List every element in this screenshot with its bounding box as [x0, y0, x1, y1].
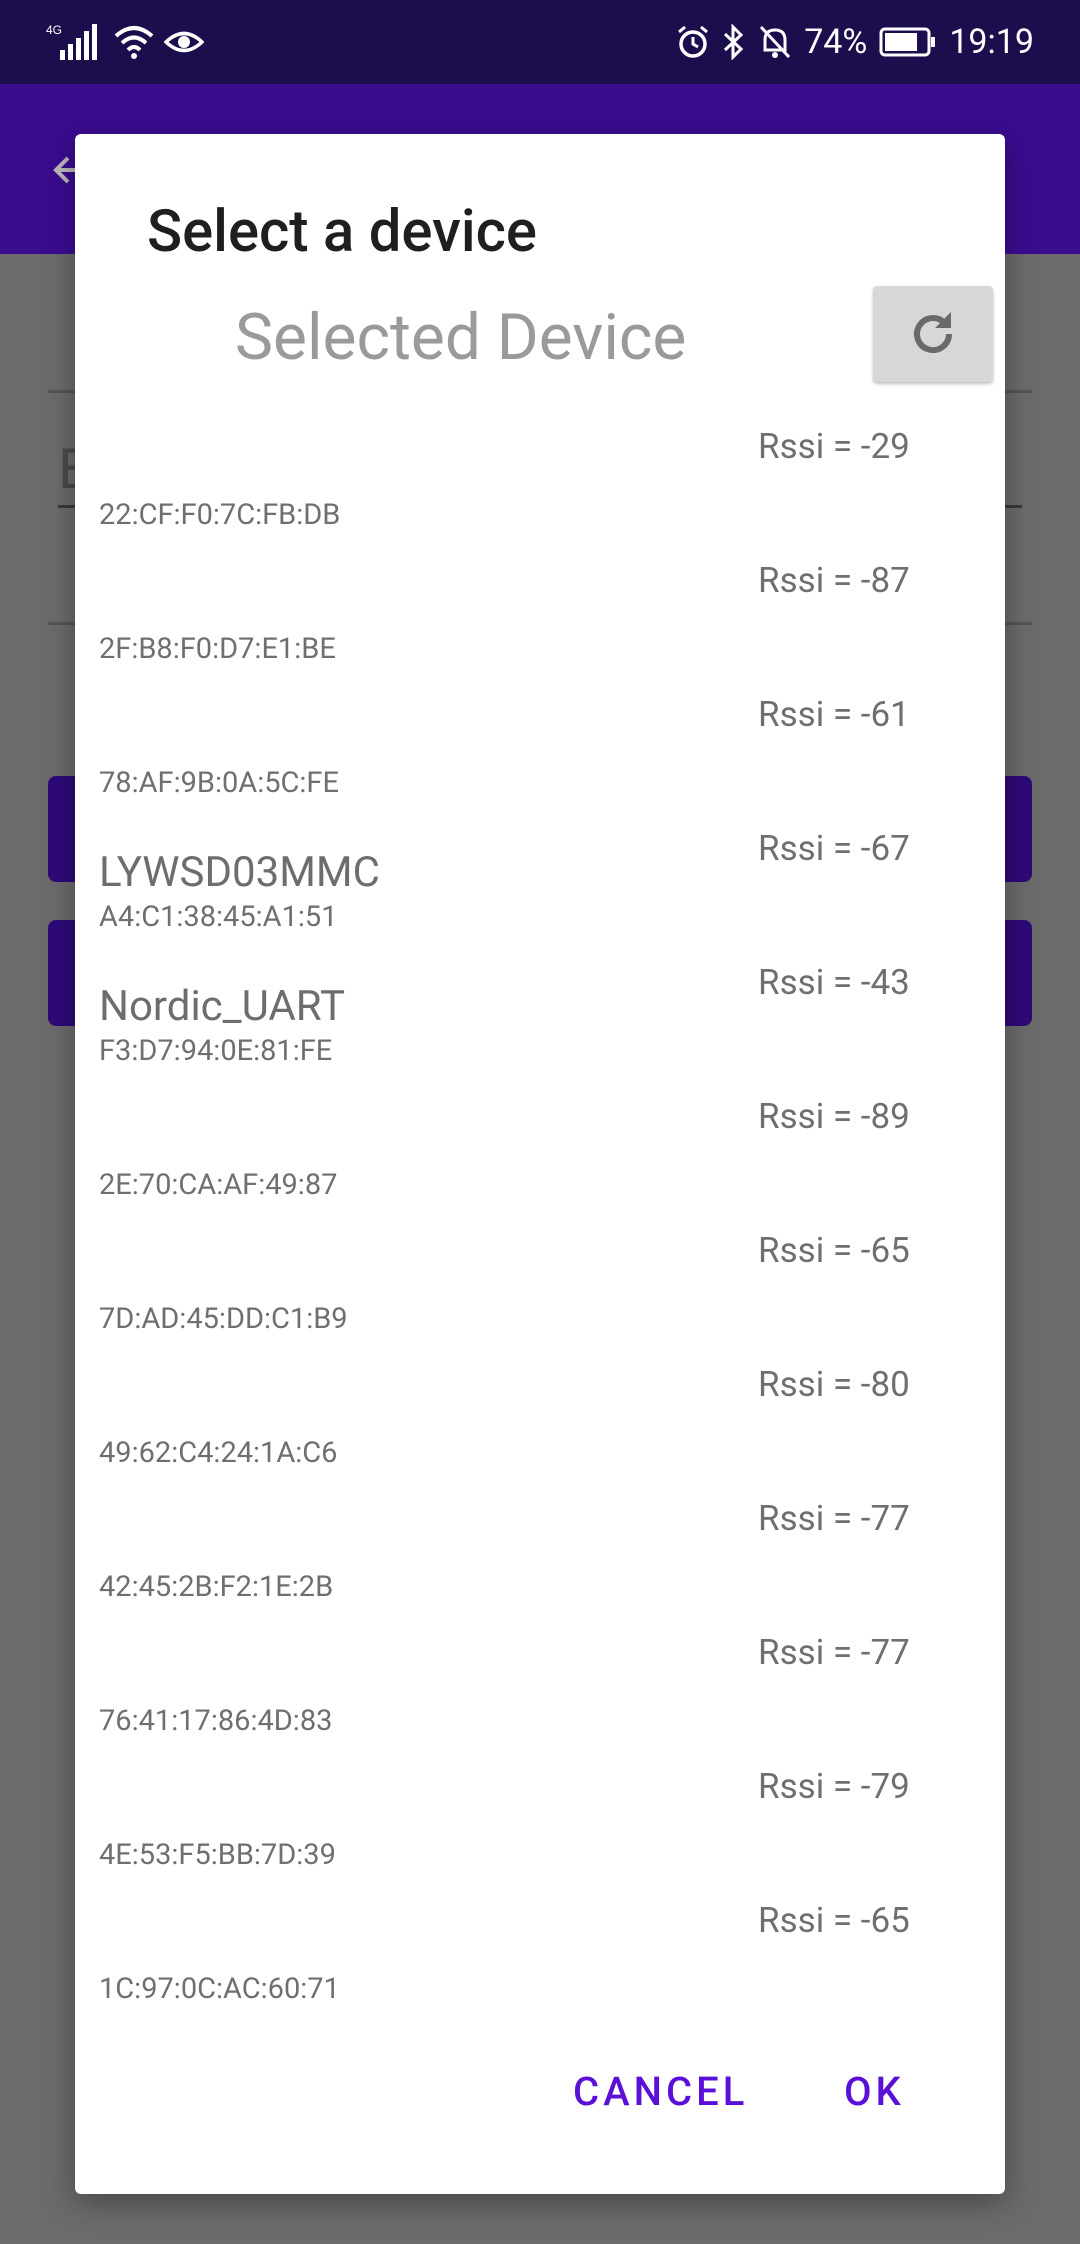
device-rssi: Rssi = -79: [758, 1766, 910, 1807]
device-rssi: Rssi = -80: [758, 1364, 910, 1405]
device-mac-address: 7D:AD:45:DD:C1:B9: [99, 1302, 348, 1336]
device-mac-address: 4E:53:F5:BB:7D:39: [99, 1838, 336, 1872]
device-rssi: Rssi = -65: [758, 1230, 910, 1271]
device-rssi: Rssi = -67: [758, 828, 910, 869]
device-list-item[interactable]: 78:AF:9B:0A:5C:FE Rssi = -61: [75, 684, 1005, 818]
device-rssi: Rssi = -77: [758, 1498, 910, 1539]
device-mac-address: A4:C1:38:45:A1:51: [99, 900, 338, 934]
clock: 19:19: [949, 22, 1034, 62]
battery-icon: [879, 27, 936, 57]
ok-button[interactable]: OK: [844, 2068, 905, 2115]
refresh-icon: [914, 312, 952, 353]
eye-icon: [164, 31, 204, 53]
battery-percent: 74%: [804, 22, 868, 62]
device-mac-address: 49:62:C4:24:1A:C6: [99, 1436, 338, 1470]
device-mac-address: 76:41:17:86:4D:83: [99, 1704, 333, 1738]
device-mac-address: 22:CF:F0:7C:FB:DB: [99, 498, 341, 532]
device-mac-address: 2F:B8:F0:D7:E1:BE: [99, 632, 336, 666]
selected-device-label: Selected Device: [235, 300, 687, 375]
dialog-title: Select a device: [147, 198, 537, 266]
device-rssi: Rssi = -43: [758, 962, 910, 1003]
device-list-item[interactable]: 76:41:17:86:4D:83 Rssi = -77: [75, 1622, 1005, 1756]
device-rssi: Rssi = -65: [758, 1900, 910, 1941]
device-name: Nordic_UART: [99, 982, 346, 1031]
device-mac-address: 2E:70:CA:AF:49:87: [99, 1168, 338, 1202]
device-rssi: Rssi = -29: [758, 426, 910, 467]
alarm-icon: [678, 25, 709, 58]
select-device-dialog: Select a device Selected Device 22:CF:F0…: [75, 134, 1005, 2194]
device-rssi: Rssi = -89: [758, 1096, 910, 1137]
wifi-icon: [114, 26, 154, 59]
device-mac-address: 1C:97:0C:AC:60:71: [99, 1972, 340, 2006]
device-list-item[interactable]: 4E:53:F5:BB:7D:39 Rssi = -79: [75, 1756, 1005, 1890]
device-mac-address: 78:AF:9B:0A:5C:FE: [99, 766, 339, 800]
device-rssi: Rssi = -61: [758, 694, 910, 735]
device-list-item[interactable]: Nordic_UART F3:D7:94:0E:81:FE Rssi = -43: [75, 952, 1005, 1086]
device-name: LYWSD03MMC: [99, 848, 380, 897]
device-list[interactable]: 22:CF:F0:7C:FB:DB Rssi = -29 2F:B8:F0:D7:E…: [75, 416, 1005, 2024]
device-list-item[interactable]: 2E:70:CA:AF:49:87 Rssi = -89: [75, 1086, 1005, 1220]
bluetooth-icon: [724, 24, 744, 60]
device-list-item[interactable]: 42:45:2B:F2:1E:2B Rssi = -77: [75, 1488, 1005, 1622]
refresh-button[interactable]: [873, 286, 993, 382]
device-rssi: Rssi = -77: [758, 1632, 910, 1673]
device-list-item[interactable]: 1C:97:0C:AC:60:71 Rssi = -65: [75, 1890, 1005, 2024]
cancel-button[interactable]: CANCEL: [573, 2068, 748, 2115]
device-rssi: Rssi = -87: [758, 560, 910, 601]
device-mac-address: F3:D7:94:0E:81:FE: [99, 1034, 333, 1068]
status-bar: 4G 74% 19:19: [0, 0, 1080, 84]
device-list-item[interactable]: 7D:AD:45:DD:C1:B9 Rssi = -65: [75, 1220, 1005, 1354]
device-list-item[interactable]: 49:62:C4:24:1A:C6 Rssi = -80: [75, 1354, 1005, 1488]
device-list-item[interactable]: 22:CF:F0:7C:FB:DB Rssi = -29: [75, 416, 1005, 550]
device-list-item[interactable]: LYWSD03MMC A4:C1:38:45:A1:51 Rssi = -67: [75, 818, 1005, 952]
signal-icon: 4G: [46, 23, 97, 60]
status-right: 74% 19:19: [676, 20, 1034, 64]
status-left: 4G: [46, 20, 204, 64]
device-mac-address: 42:45:2B:F2:1E:2B: [99, 1570, 334, 1604]
device-list-item[interactable]: 2F:B8:F0:D7:E1:BE Rssi = -87: [75, 550, 1005, 684]
bell-off-icon: [760, 25, 791, 59]
svg-text:4G: 4G: [46, 23, 62, 37]
